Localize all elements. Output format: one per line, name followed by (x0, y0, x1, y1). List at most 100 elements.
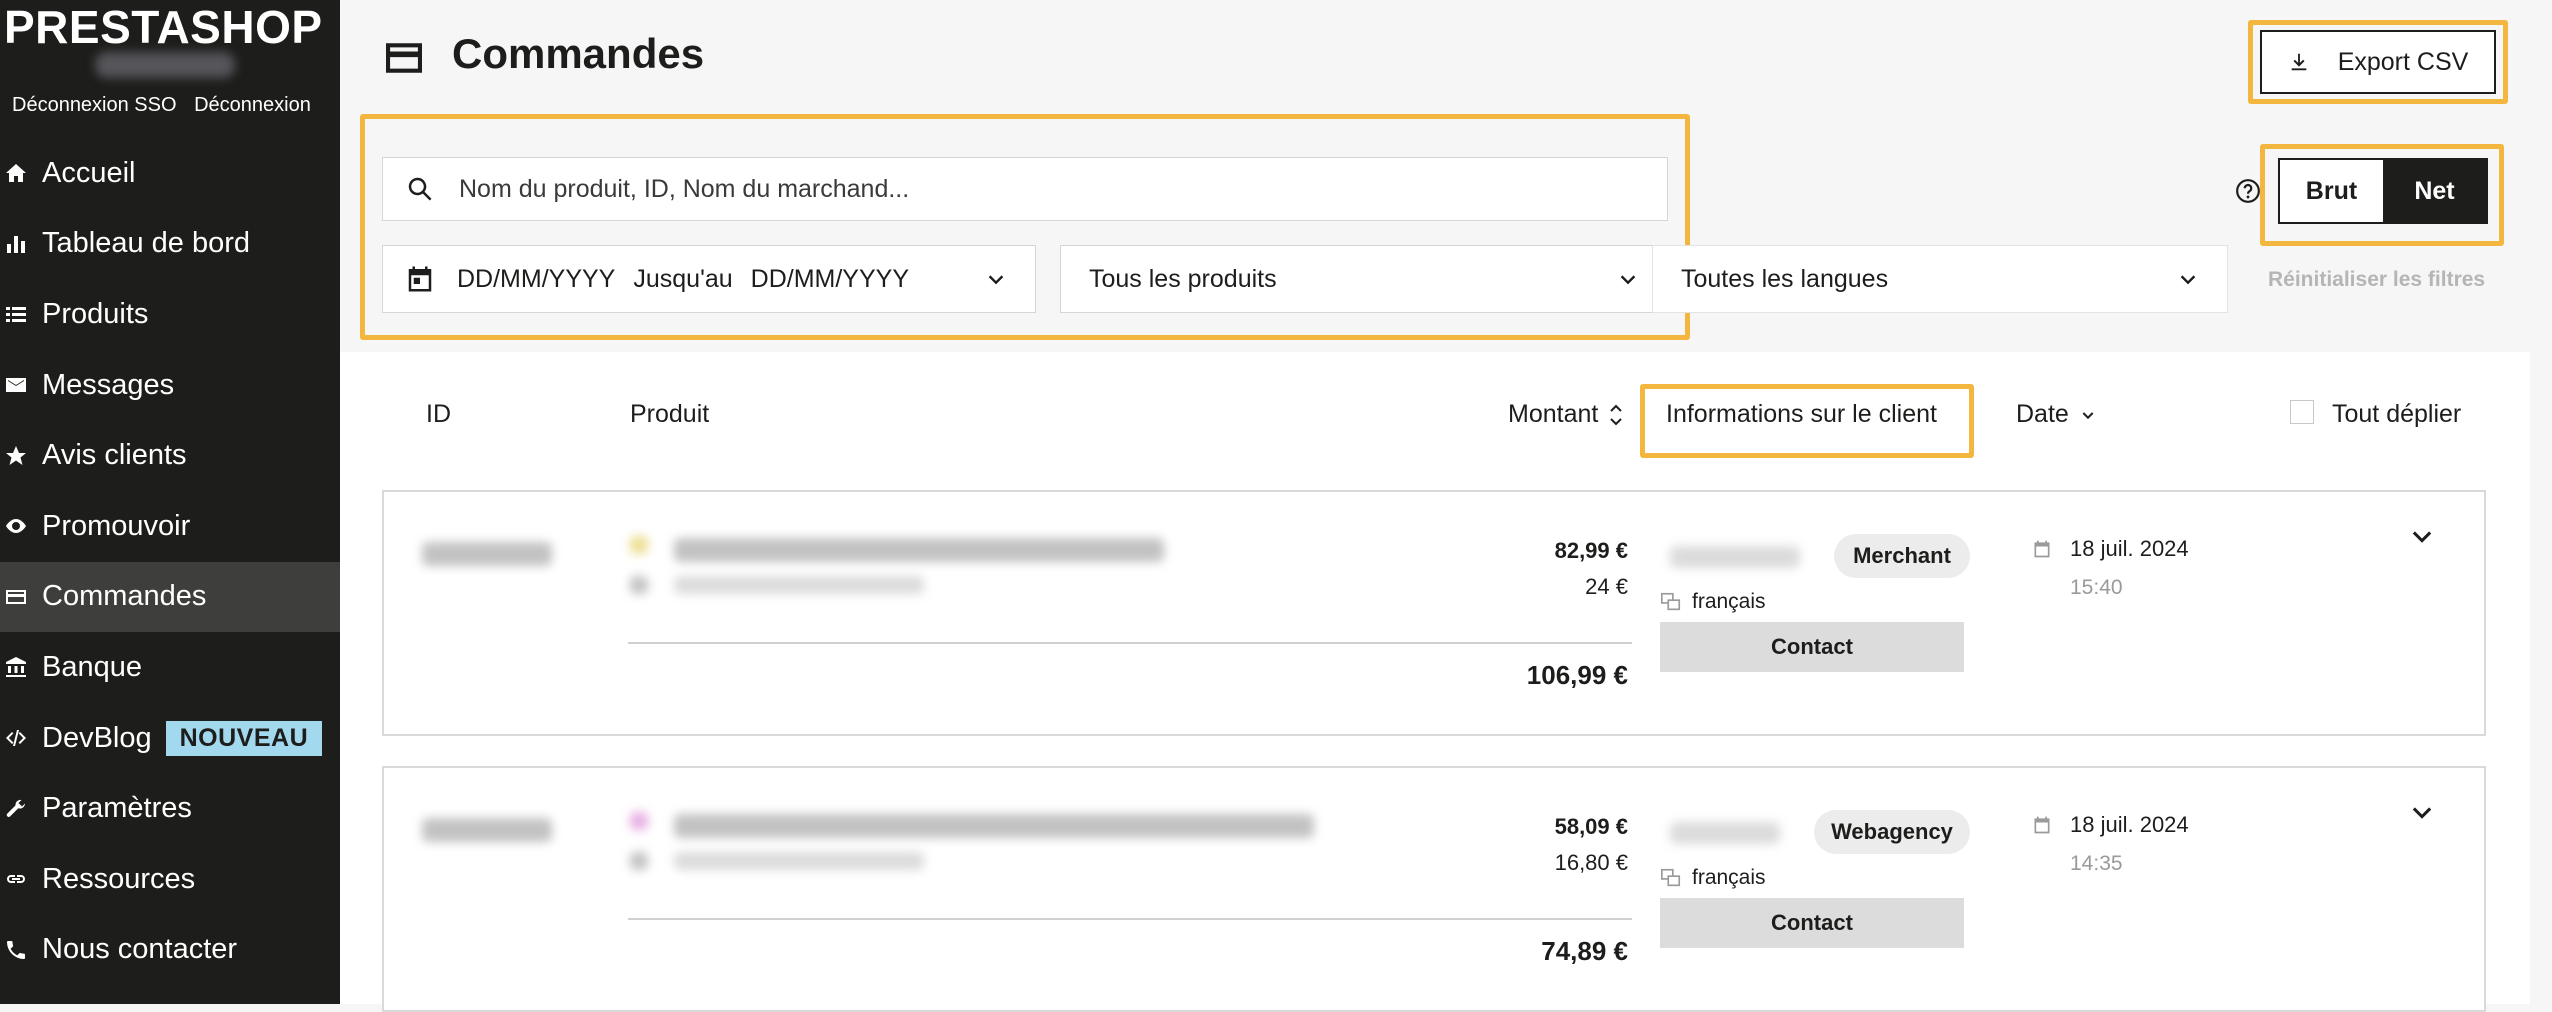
chevron-down-icon[interactable] (2408, 798, 2436, 826)
order-card: 82,99 € 24 € 106,99 € Merchant français … (382, 490, 2486, 736)
eye-icon (4, 514, 42, 538)
sidebar-item-label: Accueil (42, 156, 136, 189)
sidebar-item-accueil[interactable]: Accueil (0, 138, 340, 209)
chevron-down-icon (1620, 275, 1636, 285)
sidebar-item-banque[interactable]: Banque (0, 632, 340, 703)
sidebar-item-tableau-de-bord[interactable]: Tableau de bord (0, 209, 340, 280)
page-title: Commandes (452, 30, 705, 77)
translate-icon (1661, 868, 1681, 887)
order-id-blurred (422, 818, 552, 842)
bank-icon (4, 655, 42, 679)
column-header-date[interactable]: Date (2016, 400, 2096, 429)
product-sub-icon (630, 576, 648, 594)
sidebar-nav: Accueil Tableau de bord Produits Message… (0, 138, 340, 985)
new-badge: NOUVEAU (165, 720, 323, 756)
amount-sub: 24 € (1585, 574, 1628, 599)
column-header-client-info: Informations sur le client (1666, 400, 1937, 428)
products-select[interactable]: Tous les produits (1060, 245, 1668, 313)
sidebar-item-promouvoir[interactable]: Promouvoir (0, 491, 340, 562)
client-language-label: français (1692, 866, 1766, 889)
product-name-blurred (674, 538, 1164, 562)
sidebar-item-label: Banque (42, 650, 142, 683)
link-icon (4, 867, 42, 891)
column-header-id[interactable]: ID (426, 400, 451, 429)
sidebar-item-devblog[interactable]: DevBlog NOUVEAU (0, 703, 340, 774)
sidebar-item-messages[interactable]: Messages (0, 350, 340, 421)
sidebar-item-label: Tableau de bord (42, 227, 250, 260)
search-field[interactable] (382, 157, 1668, 221)
languages-select[interactable]: Toutes les langues (1652, 245, 2228, 313)
expand-all-label[interactable]: Tout déplier (2332, 400, 2461, 429)
logout-link[interactable]: Déconnexion (194, 94, 311, 116)
languages-select-value: Toutes les langues (1681, 264, 1889, 293)
sidebar: PRESTASHOP Déconnexion SSO Déconnexion A… (0, 0, 340, 1004)
calendar-icon (408, 266, 432, 292)
date-to: DD/MM/YYYY (750, 264, 910, 293)
card-icon (386, 43, 422, 73)
contact-button[interactable]: Contact (1660, 622, 1964, 672)
amount-total: 74,89 € (1541, 936, 1628, 966)
envelope-icon (4, 373, 42, 397)
client-type-badge: Merchant (1834, 534, 1970, 578)
sidebar-item-label: Messages (42, 368, 175, 401)
sidebar-item-parametres[interactable]: Paramètres (0, 773, 340, 844)
column-header-amount[interactable]: Montant (1508, 400, 1623, 429)
brand-logo[interactable]: PRESTASHOP (4, 0, 323, 54)
translate-icon (1661, 592, 1681, 611)
reset-filters-link[interactable]: Réinitialiser les filtres (2268, 268, 2485, 292)
star-icon (4, 444, 42, 468)
client-name-blurred (1670, 546, 1800, 568)
sidebar-item-ressources[interactable]: Ressources (0, 844, 340, 915)
amount-sub: 16,80 € (1554, 850, 1628, 875)
export-csv-button[interactable]: Export CSV (2260, 30, 2496, 94)
order-card: 58,09 € 16,80 € 74,89 € Webagency frança… (382, 766, 2486, 1012)
sidebar-item-commandes[interactable]: Commandes (0, 561, 340, 633)
logout-row: Déconnexion SSO Déconnexion (12, 94, 323, 117)
list-icon (4, 302, 42, 326)
sidebar-item-label: Produits (42, 297, 149, 330)
order-date: 18 juil. 2024 (2032, 812, 2189, 838)
order-time: 14:35 (2070, 852, 2123, 875)
sidebar-item-label: Paramètres (42, 792, 192, 825)
main-content: Commandes Export CSV DD/MM/YYYY Jusqu'au… (340, 0, 2552, 1012)
amount-main: 58,09 € (1554, 814, 1628, 839)
search-input[interactable] (457, 173, 1667, 205)
client-language-label: français (1692, 590, 1766, 613)
chevron-down-icon[interactable] (2408, 522, 2436, 550)
order-time: 15:40 (2070, 576, 2123, 599)
bar-chart-icon (4, 232, 42, 256)
product-thumbnail (630, 536, 648, 554)
sidebar-item-produits[interactable]: Produits (0, 279, 340, 350)
gross-net-toggle: Brut Net (2278, 158, 2488, 224)
column-header-date-label: Date (2016, 400, 2069, 428)
home-icon (4, 161, 42, 185)
product-sub-blurred (674, 852, 924, 870)
code-icon (4, 726, 42, 750)
order-date-label: 18 juil. 2024 (2070, 536, 2189, 561)
date-from: DD/MM/YYYY (457, 264, 616, 293)
chevron-down-icon (988, 275, 1004, 285)
product-sub-icon (630, 852, 648, 870)
sidebar-item-nous-contacter[interactable]: Nous contacter (0, 915, 340, 986)
expand-all-checkbox[interactable] (2290, 400, 2314, 424)
sidebar-item-label: DevBlog (42, 721, 152, 754)
contact-button[interactable]: Contact (1660, 898, 1964, 948)
sidebar-item-avis-clients[interactable]: Avis clients (0, 420, 340, 491)
toggle-brut[interactable]: Brut (2280, 160, 2383, 222)
search-icon (408, 177, 432, 201)
sort-icon (1610, 404, 1623, 426)
toggle-net[interactable]: Net (2383, 160, 2486, 222)
product-name-blurred (674, 814, 1314, 838)
help-icon[interactable] (2235, 178, 2261, 204)
client-language: français (1660, 866, 1766, 890)
order-date: 18 juil. 2024 (2032, 536, 2189, 562)
order-date-label: 18 juil. 2024 (2070, 812, 2189, 837)
product-sub-blurred (674, 576, 924, 594)
order-id-blurred (422, 542, 552, 566)
calendar-icon (2034, 816, 2050, 834)
logout-sso-link[interactable]: Déconnexion SSO (12, 94, 177, 116)
divider (628, 918, 1632, 920)
sidebar-item-label: Nous contacter (42, 933, 238, 966)
date-range-picker[interactable]: DD/MM/YYYY Jusqu'au DD/MM/YYYY (382, 245, 1036, 313)
products-select-value: Tous les produits (1089, 264, 1277, 293)
